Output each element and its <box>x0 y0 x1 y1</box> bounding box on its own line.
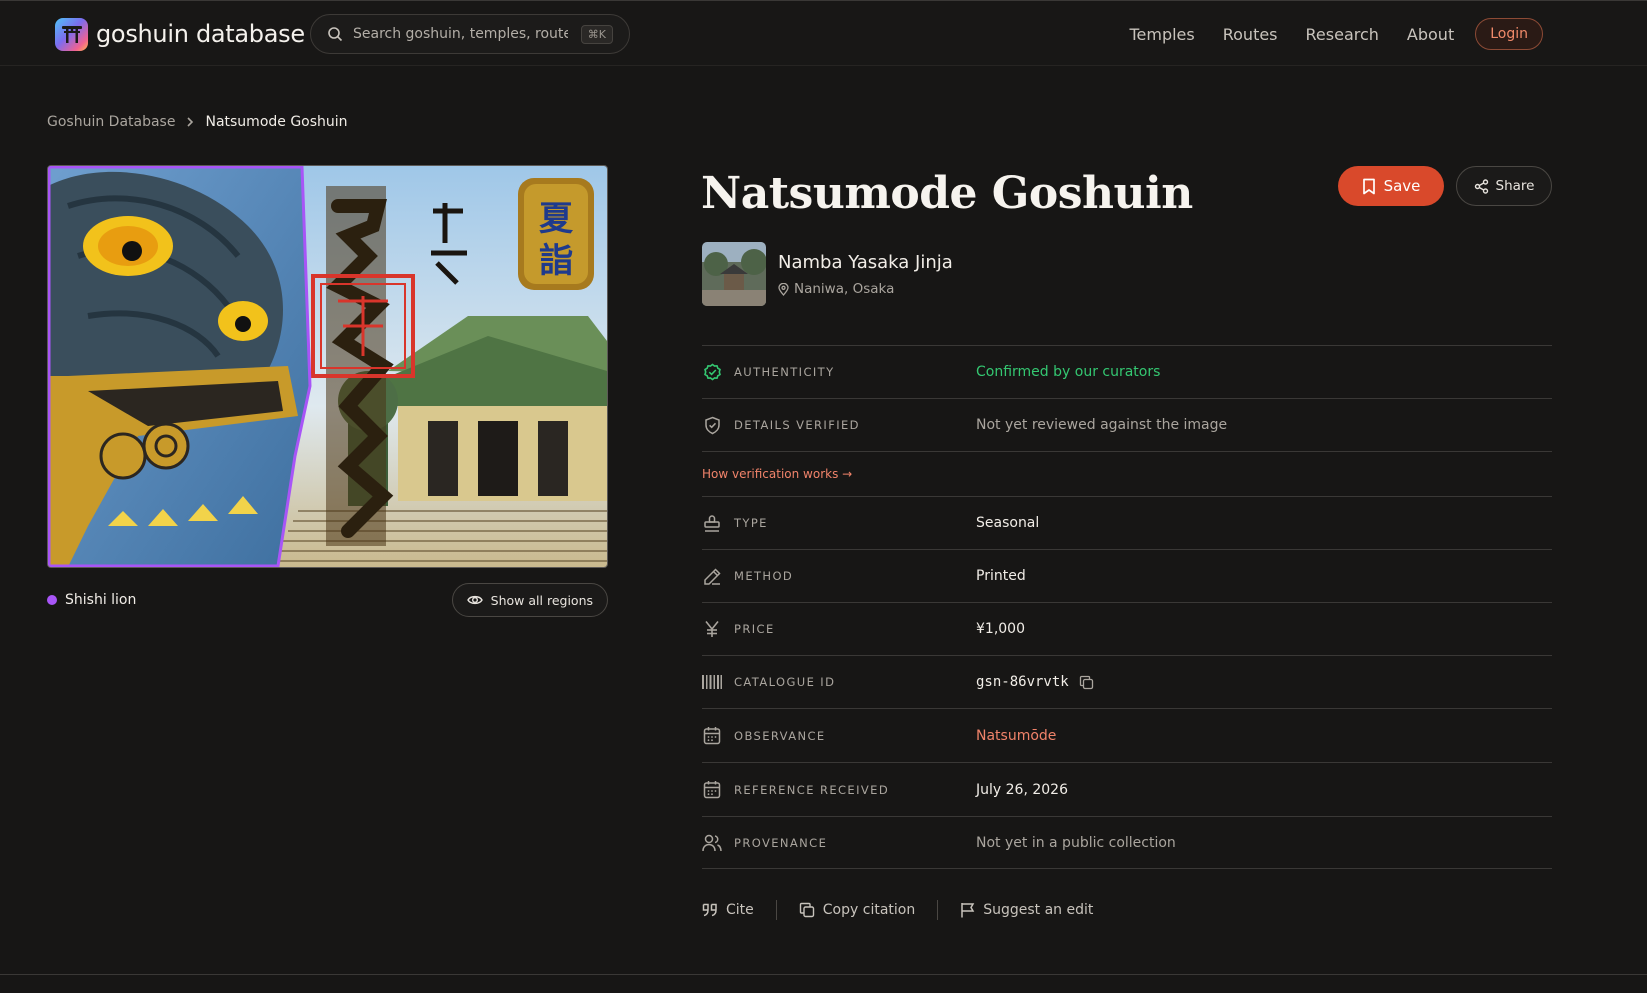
price-value: ¥1,000 <box>976 621 1025 637</box>
breadcrumb-current: Natsumode Goshuin <box>205 114 348 130</box>
catalogue-id-row: Catalogue ID gsn-86vrvtk <box>702 655 1552 708</box>
provenance-row: Provenance Not yet in a public collectio… <box>702 816 1552 869</box>
bookmark-icon <box>1362 178 1376 195</box>
eye-icon <box>466 594 483 606</box>
torii-logo-icon <box>55 17 88 51</box>
type-key: Type <box>734 516 768 530</box>
search-box[interactable]: ⌘K <box>310 14 630 54</box>
search-shortcut-badge: ⌘K <box>580 24 613 44</box>
yen-icon <box>702 619 722 639</box>
shield-check-icon <box>702 415 722 435</box>
page-title: Natsumode Goshuin <box>701 168 1193 219</box>
temple-location: Naniwa, Osaka <box>778 281 894 297</box>
stamp-icon <box>702 513 722 533</box>
authenticity-key: Authenticity <box>734 365 835 379</box>
action-divider <box>937 900 939 920</box>
reference-received-row: Reference received July 26, 2026 <box>702 762 1552 816</box>
suggest-edit-button[interactable]: Suggest an edit <box>960 902 1093 918</box>
method-value: Printed <box>976 568 1026 584</box>
nav-about[interactable]: About <box>1407 25 1454 44</box>
search-icon <box>327 26 343 42</box>
nav-research[interactable]: Research <box>1306 25 1379 44</box>
details-verified-value: Not yet reviewed against the image <box>976 417 1228 433</box>
verification-row: How verification works → <box>702 451 1552 496</box>
chevron-right-icon <box>185 116 195 128</box>
copy-citation-button[interactable]: Copy citation <box>799 902 915 918</box>
save-button[interactable]: Save <box>1338 166 1444 206</box>
reference-received-value: July 26, 2026 <box>976 781 1068 798</box>
property-list: Authenticity Confirmed by our curators D… <box>702 345 1552 869</box>
search-input[interactable] <box>353 26 568 42</box>
region-legend: Shishi lion Show all regions <box>47 583 608 617</box>
main-nav: Temples Routes Research About Login <box>1129 18 1543 50</box>
breadcrumb-parent[interactable]: Goshuin Database <box>47 114 175 130</box>
action-divider <box>775 900 777 920</box>
nav-temples[interactable]: Temples <box>1129 25 1194 44</box>
provenance-key: Provenance <box>734 835 828 850</box>
type-row: Type Seasonal <box>702 496 1552 549</box>
save-label: Save <box>1383 177 1421 195</box>
price-key: Price <box>734 622 775 636</box>
goshuin-image[interactable]: 夏 詣 <box>47 165 608 568</box>
method-key: Method <box>734 569 794 583</box>
copy-citation-label: Copy citation <box>822 902 916 918</box>
breadcrumb: Goshuin Database Natsumode Goshuin <box>47 114 348 130</box>
temple-location-text: Naniwa, Osaka <box>794 281 895 297</box>
citation-actions: Cite Copy citation Suggest an edit <box>702 900 1093 920</box>
region-color-dot <box>47 595 57 605</box>
nav-routes[interactable]: Routes <box>1223 25 1278 44</box>
suggest-edit-label: Suggest an edit <box>983 902 1094 918</box>
temple-thumbnail[interactable] <box>702 242 766 306</box>
shishi-lion-illustration <box>48 166 310 567</box>
provenance-value: Not yet in a public collection <box>976 834 1176 851</box>
share-label: Share <box>1495 178 1535 194</box>
check-circle-icon <box>702 362 722 382</box>
reference-received-key: Reference received <box>734 782 890 797</box>
catalogue-id-key: Catalogue ID <box>734 675 836 689</box>
type-value: Seasonal <box>976 515 1040 531</box>
cite-button[interactable]: Cite <box>702 902 754 918</box>
observance-key: Observance <box>734 728 826 743</box>
brand[interactable]: goshuin database <box>55 17 305 51</box>
catalogue-id-value: gsn-86vrvtk <box>976 674 1069 690</box>
brand-name: goshuin database <box>96 20 305 48</box>
pen-icon <box>702 566 722 586</box>
observance-row: Observance Natsumōde <box>702 708 1552 762</box>
calendar-icon <box>702 780 722 800</box>
seasonal-stamp: 夏 詣 <box>518 178 594 290</box>
stamp-char-1: 夏 <box>539 199 574 239</box>
details-verified-key: Details verified <box>734 418 860 432</box>
temple-name[interactable]: Namba Yasaka Jinja <box>778 252 953 273</box>
copy-icon <box>799 902 815 918</box>
catalogue-id-value-wrap: gsn-86vrvtk <box>976 674 1094 690</box>
quote-icon <box>702 903 718 917</box>
region-label: Shishi lion <box>65 592 137 608</box>
method-row: Method Printed <box>702 549 1552 602</box>
cite-label: Cite <box>726 902 754 918</box>
share-button[interactable]: Share <box>1456 166 1552 206</box>
top-bar: goshuin database ⌘K Temples Routes Resea… <box>0 0 1647 66</box>
barcode-icon <box>702 672 722 692</box>
observance-value[interactable]: Natsumōde <box>976 728 1056 744</box>
verification-link[interactable]: How verification works → <box>702 467 852 481</box>
show-all-regions-label: Show all regions <box>490 592 593 608</box>
share-icon <box>1474 178 1489 194</box>
footer-divider <box>0 974 1647 975</box>
flag-icon <box>960 902 975 918</box>
calendar-icon <box>702 726 722 746</box>
authenticity-value: Confirmed by our curators <box>976 364 1161 380</box>
map-pin-icon <box>778 282 789 296</box>
authenticity-row: Authenticity Confirmed by our curators <box>702 345 1552 398</box>
price-row: Price ¥1,000 <box>702 602 1552 655</box>
copy-icon[interactable] <box>1079 675 1094 690</box>
show-all-regions-button[interactable]: Show all regions <box>451 583 608 617</box>
stamp-char-2: 詣 <box>539 241 573 281</box>
details-verified-row: Details verified Not yet reviewed agains… <box>702 398 1552 451</box>
users-icon <box>702 833 722 853</box>
login-button[interactable]: Login <box>1475 18 1543 50</box>
